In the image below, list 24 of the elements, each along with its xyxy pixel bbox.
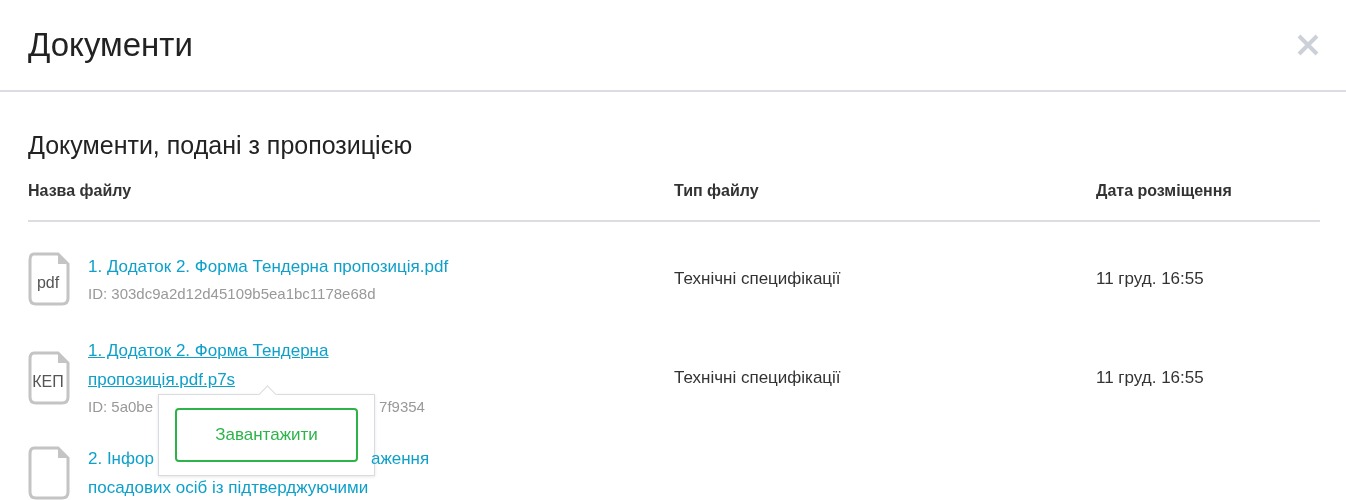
file-link[interactable]: посадових осіб із підтверджуючими [88, 473, 369, 500]
column-header: Назва файлу [28, 182, 133, 200]
window-title: Документи [28, 26, 193, 64]
file-link[interactable]: пропозиція.pdf.p7s [88, 365, 236, 394]
close-icon[interactable] [1296, 33, 1320, 57]
file-link[interactable]: 1. Додаток 2. Форма Тендерна пропозиція.pdf [88, 251, 449, 281]
upload-date: 11 груд. 16:55 [1096, 368, 1205, 388]
file-type: Технічні специфікації [674, 368, 842, 388]
upload-date: 11 груд. 16:55 [1096, 269, 1205, 289]
file-id: ID: 303dc9a2d12d45109b5ea1bc1178e68d [88, 283, 376, 304]
column-header: Тип файлу [674, 182, 760, 200]
file-link[interactable]: 1. Додаток 2. Форма Тендерна [88, 336, 329, 365]
file-id: 7f9354 [379, 397, 425, 417]
file-type: Технічні специфікації [674, 269, 842, 289]
file-type-label: КЕП [31, 372, 65, 392]
section-title: Документи, подані з пропозицією [28, 130, 414, 160]
file-link[interactable]: 2. Інфор [88, 444, 154, 473]
file-icon [28, 351, 70, 405]
file-id: ID: 5a0be [88, 397, 154, 417]
download-button[interactable]: Завантажити [175, 408, 358, 462]
file-icon [28, 252, 70, 306]
file-type-label: pdf [35, 273, 61, 293]
file-link[interactable]: аження [370, 444, 430, 473]
column-header: Дата розміщення [1096, 182, 1233, 200]
